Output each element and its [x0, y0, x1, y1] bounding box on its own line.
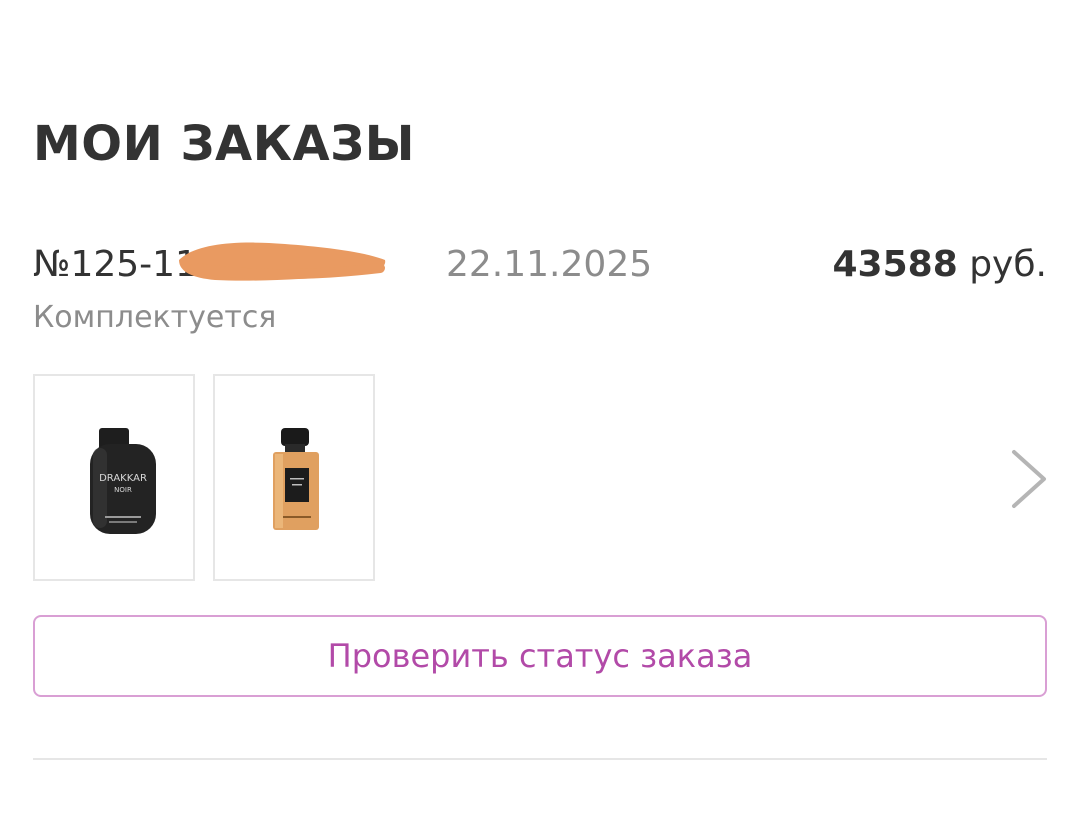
product-1-subtitle: NOIR — [114, 486, 132, 494]
redaction-mark — [179, 242, 386, 281]
order-number: №125-11 — [33, 244, 198, 285]
check-order-status-button[interactable]: Проверить статус заказа — [33, 615, 1047, 697]
chevron-right-icon[interactable] — [1006, 446, 1052, 512]
product-thumbnail-2[interactable] — [213, 374, 375, 581]
page-title: МОИ ЗАКАЗЫ — [33, 116, 415, 172]
order-price: 43588 руб. — [833, 241, 1048, 289]
product-1-brand: DRAKKAR — [99, 473, 147, 484]
perfume-bottle-drakkar-image: DRAKKAR NOIR — [90, 428, 156, 534]
product-thumbnail-1[interactable]: DRAKKAR NOIR — [33, 374, 195, 581]
divider — [33, 758, 1047, 760]
order-price-currency: руб. — [957, 244, 1047, 285]
order-price-amount: 43588 — [832, 244, 958, 285]
order-status: Комплектуется — [33, 300, 277, 335]
order-date: 22.11.2025 — [446, 244, 653, 285]
perfume-bottle-amber-image — [273, 428, 319, 530]
